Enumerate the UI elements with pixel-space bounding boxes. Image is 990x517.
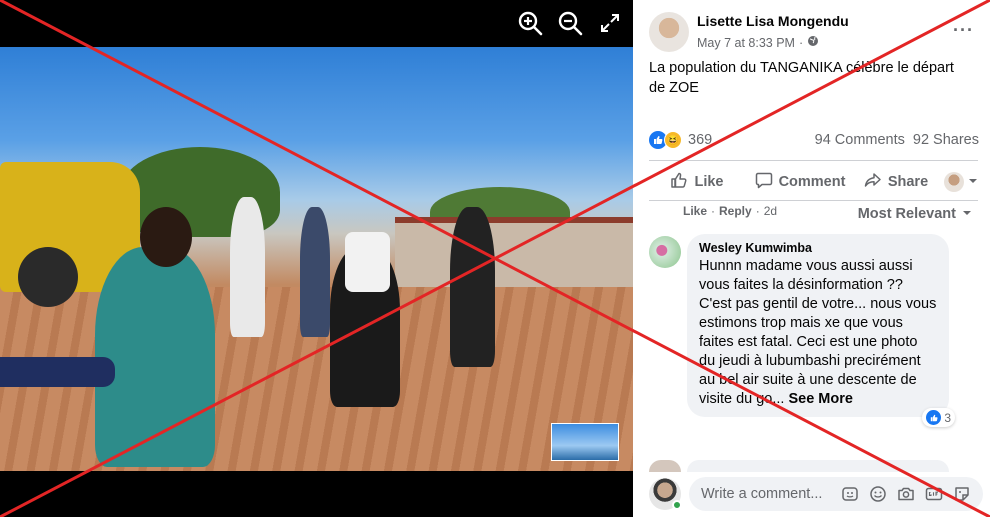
shares-count[interactable]: 92 Shares (913, 132, 979, 148)
comment-bubble: Wesley Kumwimba Hunnn madame vous aussi … (687, 234, 955, 427)
sort-label: Most Relevant (857, 206, 956, 222)
thumbs-up-icon (670, 171, 688, 193)
share-icon (864, 171, 882, 193)
share-button[interactable]: Share (855, 171, 937, 193)
commenter-name[interactable]: Wesley Kumwimba (699, 241, 937, 255)
reactions-summary[interactable]: 😆 369 (649, 131, 712, 149)
post-date[interactable]: May 7 at 8:33 PM (697, 36, 795, 50)
comment-bubble (687, 460, 949, 472)
more-options-icon[interactable]: ··· (953, 20, 974, 41)
post-panel: Lisette Lisa Mongendu May 7 at 8:33 PM ·… (633, 0, 990, 517)
photo-arm (0, 357, 115, 387)
comment-reactions[interactable]: 3 (922, 408, 955, 427)
post-stats: 😆 369 94 Comments 92 Shares (649, 128, 979, 152)
comment-reply-link[interactable]: Reply (719, 204, 752, 218)
photo-viewer (0, 0, 633, 517)
divider (649, 160, 978, 161)
comment-input-placeholder: Write a comment... (701, 486, 823, 502)
like-button[interactable]: Like (649, 171, 745, 193)
fullscreen-icon[interactable] (595, 8, 625, 38)
comment-reaction-count: 3 (944, 410, 951, 425)
photo-person (345, 232, 390, 292)
comment-label: Comment (778, 174, 846, 190)
post-as-selector[interactable] (944, 172, 978, 192)
comment-actions: Like · Reply · 2d (683, 204, 777, 218)
photo-person (450, 207, 495, 367)
online-status-dot (672, 500, 682, 510)
link-separator: · (755, 204, 760, 218)
avatar-sticker-icon[interactable] (839, 483, 861, 505)
viewer-avatar (944, 172, 964, 192)
post-photo[interactable] (0, 47, 633, 471)
comment-sort-dropdown[interactable]: Most Relevant (858, 206, 972, 222)
see-more-link[interactable]: See More (788, 391, 852, 407)
comment-icon (755, 171, 773, 193)
meta-separator: · (798, 35, 804, 50)
comment-like-link[interactable]: Like (683, 204, 707, 218)
camera-icon[interactable] (895, 483, 917, 505)
comment-input[interactable]: Write a comment... (689, 477, 983, 511)
comment-composer: Write a comment... (649, 476, 983, 512)
photo-building (395, 217, 633, 287)
like-reaction-icon (926, 410, 942, 425)
caret-down-icon (968, 174, 978, 190)
reaction-count[interactable]: 369 (688, 132, 712, 148)
caret-down-icon (962, 206, 972, 222)
photo-person-head (140, 207, 192, 267)
post-meta: May 7 at 8:33 PM · (697, 35, 849, 50)
photo-grader-wheel (18, 247, 78, 307)
zoom-in-icon[interactable] (515, 8, 545, 38)
author-name[interactable]: Lisette Lisa Mongendu (697, 13, 849, 29)
photo-person-woman (95, 247, 215, 467)
comments-count[interactable]: 94 Comments (815, 132, 905, 148)
zoom-out-icon[interactable] (555, 8, 585, 38)
share-label: Share (887, 174, 929, 190)
divider (649, 200, 978, 201)
link-separator: · (711, 204, 716, 218)
sticker-icon[interactable] (951, 483, 973, 505)
comment-text: Hunnn madame vous aussi aussi vous faite… (699, 257, 937, 409)
comment-time[interactable]: 2d (764, 204, 777, 218)
photo-person (300, 207, 330, 337)
gif-icon[interactable] (923, 483, 945, 505)
haha-reaction-icon: 😆 (664, 131, 682, 149)
post-caption: La population du TANGANIKA célèbre le dé… (649, 60, 954, 96)
comment-body: Hunnn madame vous aussi aussi vous faite… (699, 258, 937, 407)
photo-person (230, 197, 265, 337)
emoji-icon[interactable] (867, 483, 889, 505)
next-comment-partial (649, 460, 979, 472)
viewer-toolbar (515, 8, 625, 38)
commenter-avatar[interactable] (649, 460, 681, 472)
author-avatar[interactable] (649, 12, 689, 52)
comment-button[interactable]: Comment (745, 171, 855, 193)
post-header: Lisette Lisa Mongendu May 7 at 8:33 PM ·… (649, 12, 980, 54)
like-label: Like (694, 174, 724, 190)
globe-icon (807, 35, 819, 50)
post-actions: Like Comment Share (649, 168, 978, 196)
photo-watermark (551, 423, 619, 461)
commenter-avatar[interactable] (649, 236, 681, 268)
